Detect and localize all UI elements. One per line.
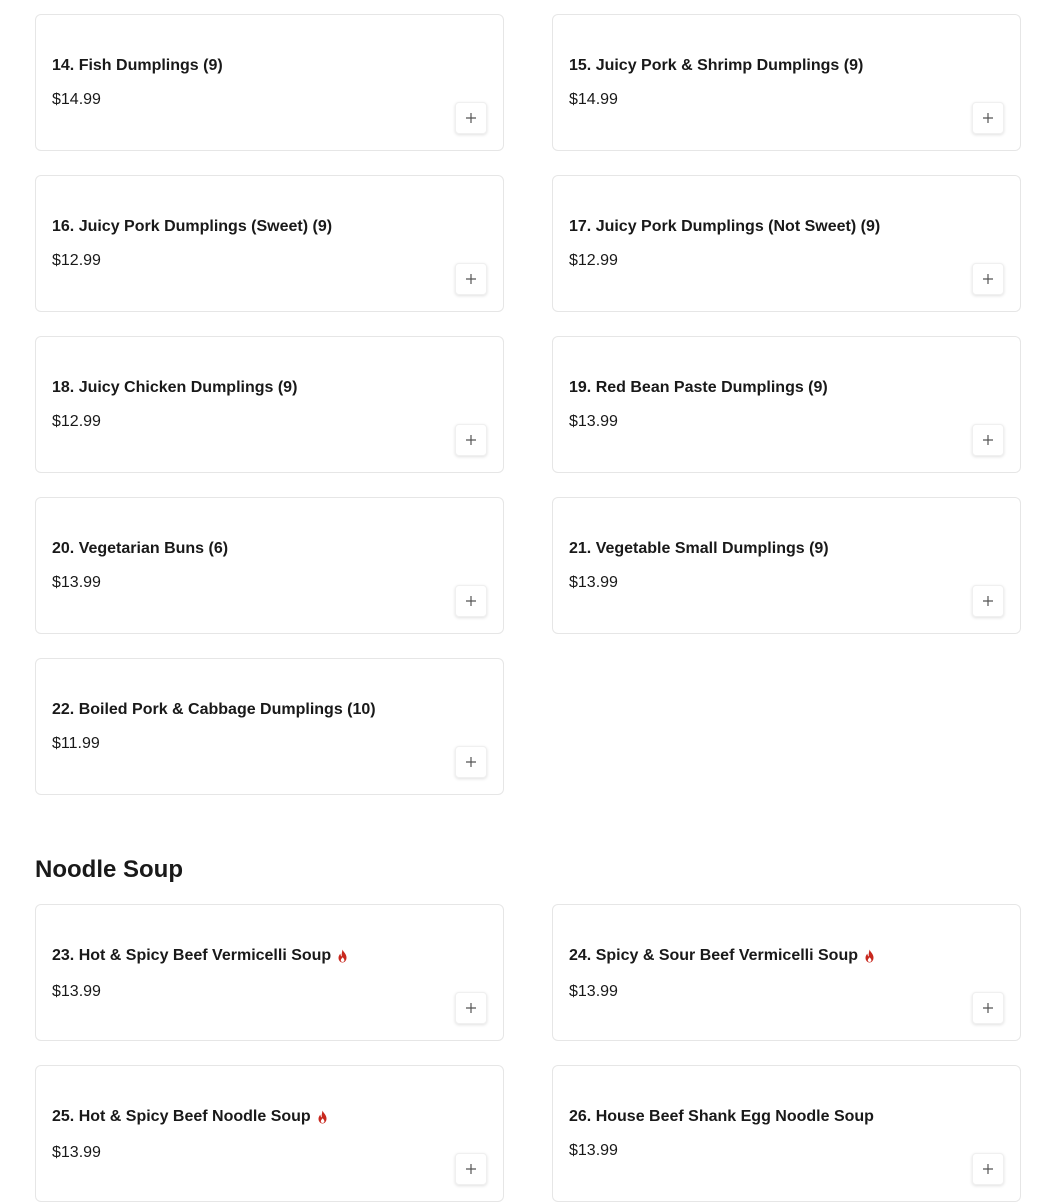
menu-item-card[interactable]: 25. Hot & Spicy Beef Noodle Soup $13.99 [35,1065,504,1202]
item-price: $13.99 [569,983,618,1000]
item-price: $14.99 [52,91,101,108]
dumplings-item-grid: 14. Fish Dumplings (9) $14.99 15. Juicy … [35,14,1021,795]
add-item-button[interactable] [972,424,1004,456]
menu-item-card[interactable]: 15. Juicy Pork & Shrimp Dumplings (9) $1… [552,14,1021,151]
add-item-button[interactable] [972,263,1004,295]
item-name: 20. Vegetarian Buns (6) [52,540,229,557]
item-name: 15. Juicy Pork & Shrimp Dumplings (9) [569,57,864,74]
add-item-button[interactable] [455,585,487,617]
add-item-button[interactable] [455,746,487,778]
plus-icon [466,757,476,767]
item-price: $13.99 [569,574,618,591]
plus-icon [983,1164,993,1174]
item-price: $12.99 [52,413,101,430]
flame-icon [338,949,347,963]
item-name: 23. Hot & Spicy Beef Vermicelli Soup [52,947,332,964]
menu-item-card[interactable]: 26. House Beef Shank Egg Noodle Soup $13… [552,1065,1021,1202]
menu-item-card[interactable]: 14. Fish Dumplings (9) $14.99 [35,14,504,151]
item-name-row: 23. Hot & Spicy Beef Vermicelli Soup [52,945,348,967]
plus-icon [466,1003,476,1013]
item-name: 21. Vegetable Small Dumplings (9) [569,540,829,557]
item-name: 22. Boiled Pork & Cabbage Dumplings (10) [52,701,376,718]
item-price: $13.99 [569,1142,618,1159]
add-item-button[interactable] [972,102,1004,134]
item-price: $12.99 [569,252,618,269]
flame-icon [865,949,874,963]
plus-icon [466,113,476,123]
add-item-button[interactable] [455,263,487,295]
menu-item-card[interactable]: 18. Juicy Chicken Dumplings (9) $12.99 [35,336,504,473]
item-name-row: 24. Spicy & Sour Beef Vermicelli Soup [569,945,875,967]
item-name: 26. House Beef Shank Egg Noodle Soup [569,1108,874,1125]
add-item-button[interactable] [455,424,487,456]
item-price: $12.99 [52,252,101,269]
noodle-soup-item-grid: 23. Hot & Spicy Beef Vermicelli Soup $13… [35,904,1021,1202]
item-price: $14.99 [569,91,618,108]
item-name: 19. Red Bean Paste Dumplings (9) [569,379,828,396]
plus-icon [466,1164,476,1174]
add-item-button[interactable] [455,1153,487,1185]
add-item-button[interactable] [972,585,1004,617]
plus-icon [466,274,476,284]
item-name: 17. Juicy Pork Dumplings (Not Sweet) (9) [569,218,881,235]
item-price: $13.99 [52,574,101,591]
item-name: 18. Juicy Chicken Dumplings (9) [52,379,298,396]
add-item-button[interactable] [972,992,1004,1024]
plus-icon [466,596,476,606]
item-name-row: 25. Hot & Spicy Beef Noodle Soup [52,1106,328,1128]
item-price: $11.99 [52,735,100,752]
menu-item-card[interactable]: 23. Hot & Spicy Beef Vermicelli Soup $13… [35,904,504,1041]
menu-item-card[interactable]: 17. Juicy Pork Dumplings (Not Sweet) (9)… [552,175,1021,312]
plus-icon [983,113,993,123]
plus-icon [983,274,993,284]
menu-item-card[interactable]: 21. Vegetable Small Dumplings (9) $13.99 [552,497,1021,634]
plus-icon [466,435,476,445]
menu-item-card[interactable]: 24. Spicy & Sour Beef Vermicelli Soup $1… [552,904,1021,1041]
plus-icon [983,596,993,606]
menu-item-card[interactable]: 22. Boiled Pork & Cabbage Dumplings (10)… [35,658,504,795]
item-price: $13.99 [52,983,101,1000]
item-name: 16. Juicy Pork Dumplings (Sweet) (9) [52,218,333,235]
section-title-noodle-soup: Noodle Soup [35,856,183,883]
flame-icon [318,1110,327,1124]
plus-icon [983,435,993,445]
item-name: 25. Hot & Spicy Beef Noodle Soup [52,1108,311,1125]
add-item-button[interactable] [972,1153,1004,1185]
menu-item-card[interactable]: 16. Juicy Pork Dumplings (Sweet) (9) $12… [35,175,504,312]
menu-item-card[interactable]: 20. Vegetarian Buns (6) $13.99 [35,497,504,634]
item-name: 24. Spicy & Sour Beef Vermicelli Soup [569,947,858,964]
add-item-button[interactable] [455,102,487,134]
item-name: 14. Fish Dumplings (9) [52,57,223,74]
menu-item-card[interactable]: 19. Red Bean Paste Dumplings (9) $13.99 [552,336,1021,473]
item-price: $13.99 [52,1144,101,1161]
item-price: $13.99 [569,413,618,430]
add-item-button[interactable] [455,992,487,1024]
plus-icon [983,1003,993,1013]
